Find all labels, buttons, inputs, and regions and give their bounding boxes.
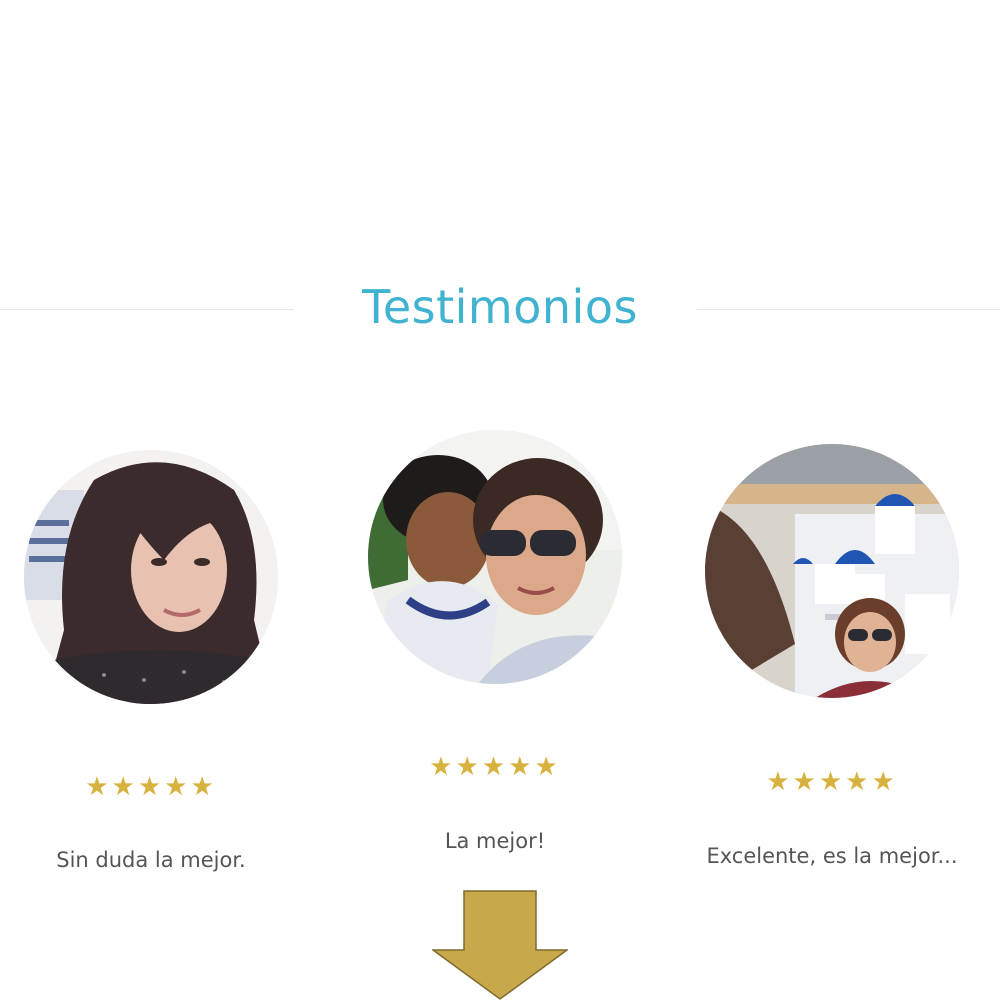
testimonial-card: ★★★★★ Sin duda la mejor. — [0, 430, 321, 950]
testimonial-card: ★★★★★ La mejor! — [325, 430, 665, 950]
avatar — [705, 444, 959, 698]
section-title: Testimonios — [362, 280, 638, 334]
testimonial-quote: Sin duda la mejor. — [56, 848, 246, 872]
down-arrow-icon[interactable] — [430, 890, 570, 1000]
star-rating: ★★★★★ — [85, 772, 217, 802]
star-rating: ★★★★★ — [766, 767, 898, 797]
star-rating: ★★★★★ — [429, 752, 561, 782]
avatar-photo-santorini — [705, 444, 959, 698]
testimonial-quote: Excelente, es la mejor... — [706, 844, 958, 868]
testimonial-quote: La mejor! — [444, 829, 546, 853]
avatar — [24, 450, 278, 704]
avatar-photo-woman-long-hair — [24, 450, 278, 704]
avatar-photo-mother-and-child — [368, 430, 622, 684]
testimonials-page: Testimonios ★★★★★ Sin duda la mejor. ★★★… — [0, 0, 1000, 1000]
avatar — [368, 430, 622, 684]
testimonial-card: ★★★★★ Excelente, es la mejor... — [662, 430, 1000, 950]
